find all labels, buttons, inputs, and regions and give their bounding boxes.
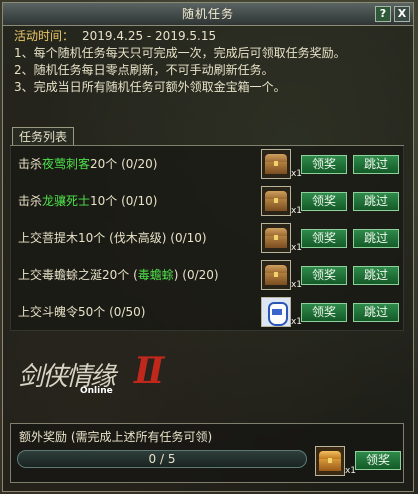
bonus-title: 额外奖励 (需完成上述所有任务可领) <box>19 430 213 444</box>
task-row: 击杀龙骧死士10个 (0/10) x1 领奖 跳过 <box>10 183 404 220</box>
task-description: 击杀夜莺刺客20个 (0/20) <box>18 157 158 171</box>
task-description: 上交毒蟾蜍之涎20个 (毒蟾蜍) (0/20) <box>18 268 219 282</box>
task-description: 上交斗魄令50个 (0/50) <box>18 305 146 319</box>
event-period: 活动时间： 2019.4.25 - 2019.5.15 <box>14 28 404 45</box>
event-period-value: 2019.4.25 - 2019.5.15 <box>82 29 217 43</box>
skip-task-button[interactable]: 跳过 <box>353 192 399 211</box>
rule-2: 2、随机任务每日零点刷新，不可手动刷新任务。 <box>14 63 274 77</box>
tab-task-list[interactable]: 任务列表 <box>12 127 74 146</box>
task-target: 毒蟾蜍 <box>137 268 174 282</box>
window-titlebar[interactable]: 随机任务 <box>3 3 413 26</box>
bonus-progress-bar: 0 / 5 <box>17 450 307 468</box>
task-row: 上交菩提木10个 (伐木高级) (0/10) x1 领奖 跳过 <box>10 220 404 257</box>
treasure-chest-icon[interactable]: x1 <box>261 260 302 290</box>
logo-numeral: Ⅱ <box>134 350 165 392</box>
task-description: 击杀龙骧死士10个 (0/10) <box>18 194 158 208</box>
skip-task-button[interactable]: 跳过 <box>353 266 399 285</box>
progress-text: 0 / 5 <box>148 452 176 466</box>
skip-task-button[interactable]: 跳过 <box>353 155 399 174</box>
claim-reward-button[interactable]: 领奖 <box>301 266 347 285</box>
description-panel: 活动时间： 2019.4.25 - 2019.5.15 1、每个随机任务每天只可完… <box>14 28 404 96</box>
rule-3: 3、完成当日所有随机任务可额外领取金宝箱一个。 <box>14 80 286 94</box>
window-title: 随机任务 <box>181 7 234 21</box>
task-row: 上交斗魄令50个 (0/50) x1 领奖 跳过 <box>10 294 404 331</box>
task-target: 龙骧死士 <box>42 194 91 208</box>
treasure-chest-icon[interactable]: x1 <box>261 186 302 216</box>
claim-bonus-button[interactable]: 领奖 <box>355 451 401 470</box>
claim-reward-button[interactable]: 领奖 <box>301 303 347 322</box>
rule-1: 1、每个随机任务每天只可完成一次，完成后可领取任务奖励。 <box>14 46 346 60</box>
claim-reward-button[interactable]: 领奖 <box>301 155 347 174</box>
treasure-chest-icon[interactable]: x1 <box>261 223 302 253</box>
skip-task-button[interactable]: 跳过 <box>353 229 399 248</box>
task-description: 上交菩提木10个 (伐木高级) (0/10) <box>18 231 207 245</box>
logo-online: Online <box>80 386 113 396</box>
task-row: 上交毒蟾蜍之涎20个 (毒蟾蜍) (0/20) x1 领奖 跳过 <box>10 257 404 294</box>
task-row: 击杀夜莺刺客20个 (0/20) x1 领奖 跳过 <box>10 146 404 183</box>
game-logo: 剑侠情缘 Ⅱ Online <box>18 350 168 402</box>
gold-treasure-chest-icon[interactable]: x1 <box>315 446 356 476</box>
porcelain-vase-icon[interactable]: x1 <box>261 297 302 327</box>
bonus-reward-panel: 额外奖励 (需完成上述所有任务可领) 0 / 5 x1 领奖 <box>10 423 404 483</box>
task-target: 夜莺刺客 <box>42 157 91 171</box>
help-button[interactable]: ? <box>375 6 391 22</box>
skip-task-button[interactable]: 跳过 <box>353 303 399 322</box>
treasure-chest-icon[interactable]: x1 <box>261 149 302 179</box>
claim-reward-button[interactable]: 领奖 <box>301 192 347 211</box>
event-period-label: 活动时间： <box>14 29 75 43</box>
close-button[interactable]: X <box>394 6 410 22</box>
claim-reward-button[interactable]: 领奖 <box>301 229 347 248</box>
